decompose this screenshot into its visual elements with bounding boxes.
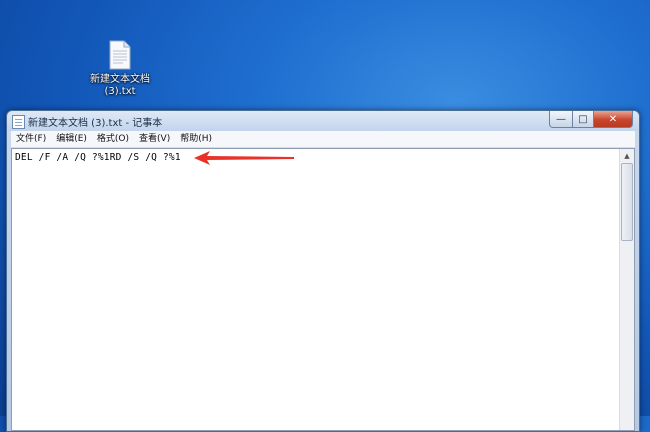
minimize-button[interactable]: — (549, 111, 573, 128)
window-controls: — □ ✕ (549, 111, 633, 128)
notepad-app-icon[interactable] (12, 115, 25, 129)
vertical-scrollbar[interactable]: ▲ (619, 149, 634, 430)
close-button[interactable]: ✕ (594, 111, 633, 128)
menu-edit[interactable]: 编辑(E) (51, 131, 92, 147)
title-bar[interactable]: 新建文本文档 (3).txt - 记事本 — □ ✕ (7, 111, 639, 131)
editor-content[interactable]: DEL /F /A /Q ?%1RD /S /Q ?%1 (15, 152, 181, 163)
menu-bar: 文件(F) 编辑(E) 格式(O) 查看(V) 帮助(H) (11, 131, 635, 148)
scroll-up-arrow-icon[interactable]: ▲ (620, 149, 634, 163)
menu-format[interactable]: 格式(O) (92, 131, 134, 147)
menu-view[interactable]: 查看(V) (134, 131, 175, 147)
desktop-file-icon[interactable]: 新建文本文档 (3).txt (86, 40, 154, 98)
desktop-icon-label-line2: (3).txt (104, 86, 136, 97)
menu-file[interactable]: 文件(F) (11, 131, 51, 147)
maximize-button[interactable]: □ (573, 111, 594, 128)
red-arrow-shape (194, 151, 294, 165)
desktop-icon-label: 新建文本文档 (3).txt (86, 74, 154, 98)
red-arrow-annotation (194, 151, 294, 165)
desktop-icon-label-line1: 新建文本文档 (90, 74, 150, 85)
text-file-icon (109, 40, 131, 70)
menu-help[interactable]: 帮助(H) (175, 131, 217, 147)
notepad-window: 新建文本文档 (3).txt - 记事本 — □ ✕ 文件(F) 编辑(E) 格… (6, 110, 640, 432)
window-title: 新建文本文档 (3).txt - 记事本 (28, 118, 163, 129)
text-editor[interactable]: DEL /F /A /Q ?%1RD /S /Q ?%1 ▲ (11, 148, 635, 431)
scrollbar-thumb[interactable] (621, 163, 633, 241)
